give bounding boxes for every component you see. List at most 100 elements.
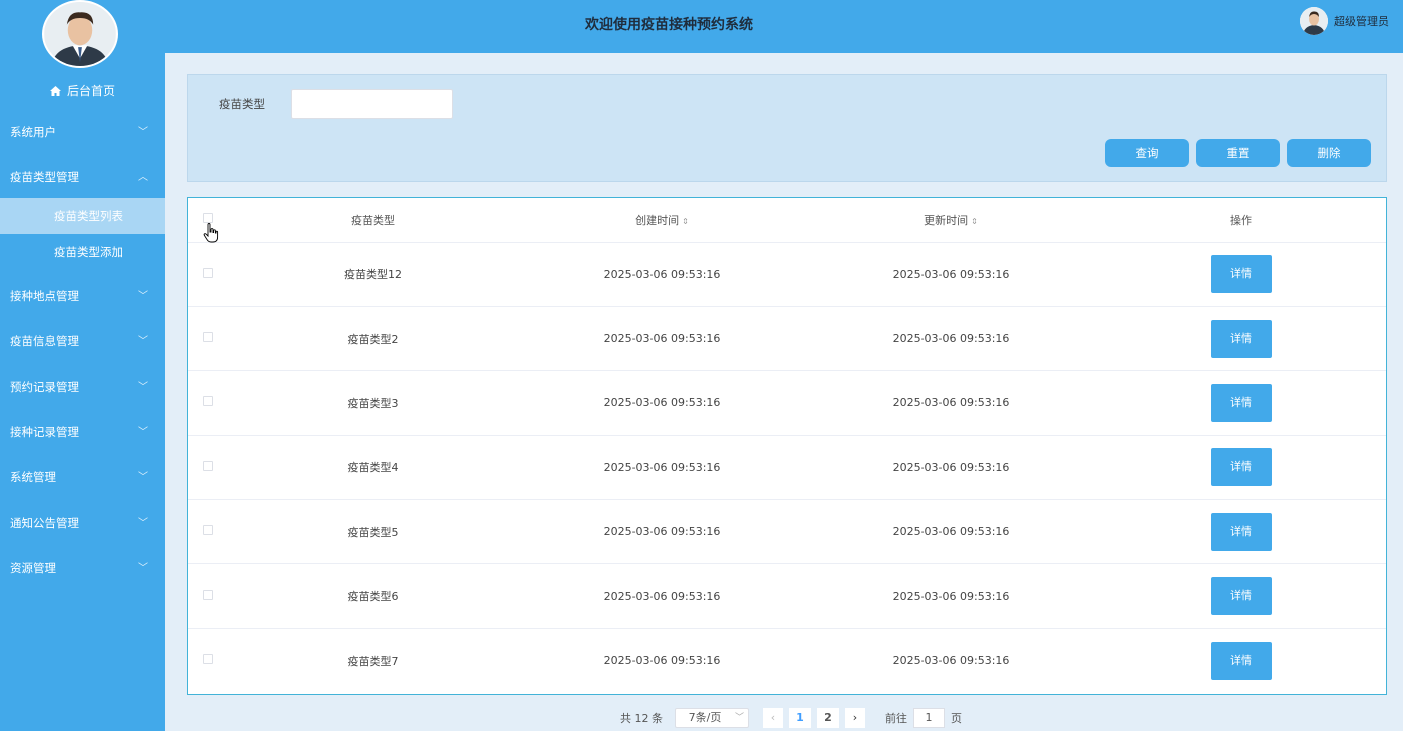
next-page-button[interactable]: › [845,708,865,728]
column-label: 操作 [1230,213,1252,227]
sidebar-item-vaccine-info[interactable]: 疫苗信息管理 ﹀ [0,319,165,364]
row-checkbox[interactable] [203,525,213,536]
cell-actions: 详情 [1096,370,1386,436]
chevron-down-icon: ﹀ [138,127,148,138]
cell-created: 2025-03-06 09:53:16 [518,370,806,436]
vaccine-type-input[interactable] [291,89,453,119]
sidebar-item-label: 系统用户 [10,125,56,139]
goto-page-input[interactable]: 1 [913,708,945,728]
cell-actions: 详情 [1096,628,1386,692]
sidebar-item-label: 资源管理 [10,561,56,576]
row-checkbox[interactable] [203,589,213,600]
sidebar-item-notice[interactable]: 通知公告管理 ﹀ [0,501,165,546]
detail-button[interactable]: 详情 [1210,512,1272,551]
cell-actions: 详情 [1096,435,1386,501]
chevron-down-icon: ﹀ [138,381,148,393]
sort-icon[interactable]: ⇕ [682,217,689,225]
row-select-cell [188,370,228,436]
detail-button[interactable]: 详情 [1210,577,1272,616]
table-header-row: 疫苗类型 创建时间 ⇕ 更新时间 ⇕ 操作 [188,198,1386,243]
sidebar-item-resources[interactable]: 资源管理 ﹀ [0,546,165,591]
sidebar-item-appointment[interactable]: 预约记录管理 ﹀ [0,365,165,410]
table-row: 疫苗类型6 2025-03-06 09:53:16 2025-03-06 09:… [188,563,1386,629]
page-number[interactable]: 2 [817,708,839,728]
cell-type: 疫苗类型2 [228,306,518,372]
avatar [42,0,118,68]
header-avatar [1300,7,1328,35]
page-suffix: 页 [951,712,962,725]
cell-updated: 2025-03-06 09:53:16 [806,242,1096,307]
chevron-down-icon: ﹀ [734,713,744,723]
sidebar-subitem-vaccine-type-add[interactable]: 疫苗类型添加 [0,234,165,270]
row-checkbox[interactable] [203,460,213,471]
column-header-created[interactable]: 创建时间 ⇕ [518,198,806,243]
cell-actions: 详情 [1096,563,1386,629]
cell-created: 2025-03-06 09:53:16 [518,306,806,372]
row-select-cell [188,499,228,565]
search-label: 疫苗类型 [219,97,265,111]
top-header: 欢迎使用疫苗接种预约系统 超级管理员 [165,0,1403,53]
sidebar-item-system-users[interactable]: 系统用户 ﹀ [0,110,165,155]
table-row: 疫苗类型2 2025-03-06 09:53:16 2025-03-06 09:… [188,306,1386,372]
cell-actions: 详情 [1096,306,1386,372]
cell-actions: 详情 [1096,242,1386,307]
sidebar-item-vaccine-type[interactable]: 疫苗类型管理 ︿ [0,155,165,200]
page-size-value: 7条/页 [688,711,722,724]
prev-page-button[interactable]: ‹ [763,708,783,728]
cell-created: 2025-03-06 09:53:16 [603,654,721,668]
sidebar-item-label: 预约记录管理 [10,379,79,394]
main-content: 疫苗类型 查询 重置 删除 疫苗类型 创建时间 ⇕ 更新时间 ⇕ 操作 疫苗类型12 [165,53,1403,731]
chevron-down-icon: ﹀ [138,336,148,348]
row-select-cell [188,435,228,501]
row-checkbox[interactable] [203,654,213,665]
detail-button[interactable]: 详情 [1210,319,1272,358]
cell-updated: 2025-03-06 09:53:16 [806,370,1096,436]
select-all-checkbox[interactable] [203,213,213,224]
column-label: 更新时间 [924,213,969,227]
cell-updated: 2025-03-06 09:53:16 [806,563,1096,629]
chevron-down-icon: ﹀ [138,472,148,484]
sidebar-item-vaccination-record[interactable]: 接种记录管理 ﹀ [0,410,165,455]
sidebar-item-label: 接种记录管理 [10,424,79,439]
sidebar-item-system-manage[interactable]: 系统管理 ﹀ [0,455,165,500]
row-select-cell [188,306,228,372]
detail-button[interactable]: 详情 [1210,255,1272,294]
sidebar-menu: 系统用户 ﹀ 疫苗类型管理 ︿ 疫苗类型列表 疫苗类型添加 接种地点管理 ﹀ 疫苗信息… [0,110,165,592]
user-menu[interactable]: 超级管理员 [1300,7,1389,35]
sidebar-item-label: 通知公告管理 [10,515,79,530]
cell-updated: 2025-03-06 09:53:16 [806,499,1096,565]
column-header-updated[interactable]: 更新时间 ⇕ [806,198,1096,243]
delete-button[interactable]: 删除 [1287,139,1371,167]
detail-button[interactable]: 详情 [1210,448,1272,487]
sort-icon[interactable]: ⇕ [971,217,978,225]
cell-type: 疫苗类型4 [228,435,518,501]
row-checkbox[interactable] [203,396,213,407]
table-row: 疫苗类型12 2025-03-06 09:53:16 2025-03-06 09… [188,242,1386,307]
detail-button[interactable]: 详情 [1210,383,1272,422]
cell-created: 2025-03-06 09:53:16 [518,242,806,307]
cell-updated: 2025-03-06 09:53:16 [806,435,1096,501]
hand-cursor-icon [203,223,219,243]
sidebar-subitem-vaccine-type-list[interactable]: 疫苗类型列表 [0,197,165,234]
row-checkbox[interactable] [203,267,213,278]
row-select-cell [188,242,228,307]
page-size-select[interactable]: 7条/页 ﹀ [675,708,749,728]
sidebar-item-vaccination-site[interactable]: 接种地点管理 ﹀ [0,274,165,319]
column-label: 创建时间 [635,213,680,227]
cell-updated: 2025-03-06 09:53:16 [892,654,1010,668]
detail-button[interactable]: 详情 [1210,641,1272,680]
sidebar-home[interactable]: 后台首页 [0,82,165,99]
sidebar-item-label: 接种地点管理 [10,288,79,303]
page-number[interactable]: 1 [789,708,811,728]
cell-type: 疫苗类型6 [228,563,518,629]
username: 超级管理员 [1334,15,1389,28]
query-button[interactable]: 查询 [1105,139,1189,167]
cell-updated: 2025-03-06 09:53:16 [806,306,1096,372]
search-panel: 疫苗类型 查询 重置 删除 [187,74,1387,182]
row-checkbox[interactable] [203,332,213,343]
column-header-actions: 操作 [1096,198,1386,243]
goto-label: 前往 [885,712,907,725]
table-row: 疫苗类型3 2025-03-06 09:53:16 2025-03-06 09:… [188,370,1386,436]
chevron-down-icon: ﹀ [138,563,148,575]
reset-button[interactable]: 重置 [1196,139,1280,167]
